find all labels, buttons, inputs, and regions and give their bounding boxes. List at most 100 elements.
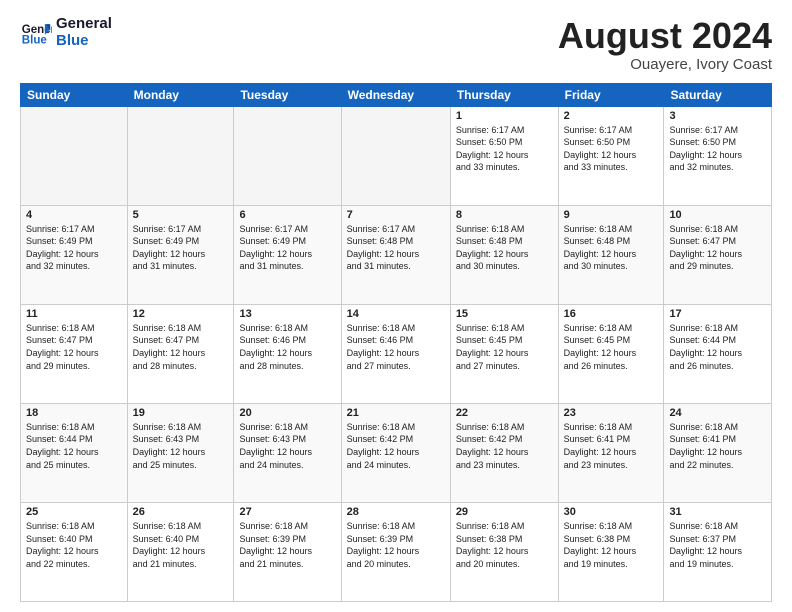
day-info: Sunrise: 6:18 AM Sunset: 6:44 PM Dayligh…: [26, 421, 122, 471]
day-number: 2: [564, 110, 659, 122]
day-number: 25: [26, 506, 122, 518]
calendar-cell-w0d4: 1 Sunrise: 6:17 AM Sunset: 6:50 PM Daylig…: [450, 106, 558, 205]
day-info: Sunrise: 6:18 AM Sunset: 6:40 PM Dayligh…: [133, 520, 229, 570]
svg-text:Blue: Blue: [22, 34, 48, 46]
day-number: 24: [669, 407, 766, 419]
day-number: 1: [456, 110, 553, 122]
day-number: 28: [347, 506, 445, 518]
day-info: Sunrise: 6:17 AM Sunset: 6:50 PM Dayligh…: [456, 124, 553, 174]
day-info: Sunrise: 6:18 AM Sunset: 6:48 PM Dayligh…: [456, 223, 553, 273]
calendar-cell-w4d0: 25 Sunrise: 6:18 AM Sunset: 6:40 PM Dayli…: [21, 502, 128, 601]
day-info: Sunrise: 6:18 AM Sunset: 6:38 PM Dayligh…: [456, 520, 553, 570]
calendar-cell-w1d6: 10Sunrise: 6:18 AM Sunset: 6:47 PM Dayli…: [664, 205, 772, 304]
logo: General Blue General Blue: [20, 16, 112, 49]
day-info: Sunrise: 6:18 AM Sunset: 6:37 PM Dayligh…: [669, 520, 766, 570]
day-number: 17: [669, 308, 766, 320]
calendar-cell-w1d3: 7 Sunrise: 6:17 AM Sunset: 6:48 PM Daylig…: [341, 205, 450, 304]
day-number: 22: [456, 407, 553, 419]
location: Ouayere, Ivory Coast: [558, 56, 772, 73]
calendar-cell-w3d2: 20 Sunrise: 6:18 AM Sunset: 6:43 PM Dayli…: [234, 403, 341, 502]
calendar-week-1: 4 Sunrise: 6:17 AM Sunset: 6:49 PM Daylig…: [21, 205, 772, 304]
calendar-week-2: 11 Sunrise: 6:18 AM Sunset: 6:47 PM Dayli…: [21, 304, 772, 403]
day-info: Sunrise: 6:18 AM Sunset: 6:43 PM Dayligh…: [133, 421, 229, 471]
calendar-cell-w0d1: [127, 106, 234, 205]
day-info: Sunrise: 6:18 AM Sunset: 6:41 PM Dayligh…: [669, 421, 766, 471]
day-number: 9: [564, 209, 659, 221]
day-number: 7: [347, 209, 445, 221]
calendar-cell-w4d3: 28 Sunrise: 6:18 AM Sunset: 6:39 PM Dayli…: [341, 502, 450, 601]
calendar-cell-w1d1: 5Sunrise: 6:17 AM Sunset: 6:49 PM Daylig…: [127, 205, 234, 304]
calendar-cell-w3d1: 19 Sunrise: 6:18 AM Sunset: 6:43 PM Dayli…: [127, 403, 234, 502]
day-info: Sunrise: 6:18 AM Sunset: 6:42 PM Dayligh…: [456, 421, 553, 471]
day-info: Sunrise: 6:18 AM Sunset: 6:42 PM Dayligh…: [347, 421, 445, 471]
day-number: 6: [239, 209, 335, 221]
day-number: 21: [347, 407, 445, 419]
day-number: 30: [564, 506, 659, 518]
day-number: 11: [26, 308, 122, 320]
day-info: Sunrise: 6:18 AM Sunset: 6:41 PM Dayligh…: [564, 421, 659, 471]
calendar-cell-w0d3: [341, 106, 450, 205]
day-number: 10: [669, 209, 766, 221]
calendar-cell-w2d6: 17 Sunrise: 6:18 AM Sunset: 6:44 PM Dayli…: [664, 304, 772, 403]
day-number: 31: [669, 506, 766, 518]
calendar-week-4: 25 Sunrise: 6:18 AM Sunset: 6:40 PM Dayli…: [21, 502, 772, 601]
day-number: 27: [239, 506, 335, 518]
col-header-sunday: Sunday: [21, 83, 128, 106]
day-number: 15: [456, 308, 553, 320]
day-info: Sunrise: 6:17 AM Sunset: 6:49 PM Dayligh…: [239, 223, 335, 273]
day-info: Sunrise: 6:18 AM Sunset: 6:40 PM Dayligh…: [26, 520, 122, 570]
title-block: August 2024 Ouayere, Ivory Coast: [558, 16, 772, 73]
day-number: 5: [133, 209, 229, 221]
calendar-cell-w3d3: 21 Sunrise: 6:18 AM Sunset: 6:42 PM Dayli…: [341, 403, 450, 502]
day-info: Sunrise: 6:17 AM Sunset: 6:50 PM Dayligh…: [669, 124, 766, 174]
day-info: Sunrise: 6:18 AM Sunset: 6:47 PM Dayligh…: [26, 322, 122, 372]
calendar-cell-w4d6: 31 Sunrise: 6:18 AM Sunset: 6:37 PM Dayli…: [664, 502, 772, 601]
day-info: Sunrise: 6:17 AM Sunset: 6:50 PM Dayligh…: [564, 124, 659, 174]
calendar-cell-w0d5: 2 Sunrise: 6:17 AM Sunset: 6:50 PM Daylig…: [558, 106, 664, 205]
header: General Blue General Blue August 2024 Ou…: [20, 16, 772, 73]
page: General Blue General Blue August 2024 Ou…: [0, 0, 792, 612]
day-number: 14: [347, 308, 445, 320]
day-number: 26: [133, 506, 229, 518]
calendar-week-0: 1 Sunrise: 6:17 AM Sunset: 6:50 PM Daylig…: [21, 106, 772, 205]
day-info: Sunrise: 6:18 AM Sunset: 6:46 PM Dayligh…: [239, 322, 335, 372]
calendar-cell-w1d0: 4 Sunrise: 6:17 AM Sunset: 6:49 PM Daylig…: [21, 205, 128, 304]
calendar-cell-w3d4: 22 Sunrise: 6:18 AM Sunset: 6:42 PM Dayli…: [450, 403, 558, 502]
day-info: Sunrise: 6:18 AM Sunset: 6:38 PM Dayligh…: [564, 520, 659, 570]
calendar-cell-w2d0: 11 Sunrise: 6:18 AM Sunset: 6:47 PM Dayli…: [21, 304, 128, 403]
day-info: Sunrise: 6:18 AM Sunset: 6:46 PM Dayligh…: [347, 322, 445, 372]
day-info: Sunrise: 6:18 AM Sunset: 6:45 PM Dayligh…: [456, 322, 553, 372]
calendar-cell-w1d5: 9 Sunrise: 6:18 AM Sunset: 6:48 PM Daylig…: [558, 205, 664, 304]
day-info: Sunrise: 6:18 AM Sunset: 6:44 PM Dayligh…: [669, 322, 766, 372]
day-number: 13: [239, 308, 335, 320]
day-number: 16: [564, 308, 659, 320]
calendar-header-row: SundayMondayTuesdayWednesdayThursdayFrid…: [21, 83, 772, 106]
day-number: 19: [133, 407, 229, 419]
day-info: Sunrise: 6:18 AM Sunset: 6:45 PM Dayligh…: [564, 322, 659, 372]
logo-blue: Blue: [56, 33, 112, 50]
calendar-cell-w2d2: 13 Sunrise: 6:18 AM Sunset: 6:46 PM Dayli…: [234, 304, 341, 403]
calendar-cell-w0d0: [21, 106, 128, 205]
day-info: Sunrise: 6:18 AM Sunset: 6:39 PM Dayligh…: [347, 520, 445, 570]
calendar-cell-w2d5: 16 Sunrise: 6:18 AM Sunset: 6:45 PM Dayli…: [558, 304, 664, 403]
calendar-cell-w2d3: 14 Sunrise: 6:18 AM Sunset: 6:46 PM Dayli…: [341, 304, 450, 403]
day-number: 29: [456, 506, 553, 518]
calendar-cell-w1d4: 8 Sunrise: 6:18 AM Sunset: 6:48 PM Daylig…: [450, 205, 558, 304]
day-number: 4: [26, 209, 122, 221]
calendar-cell-w0d6: 3Sunrise: 6:17 AM Sunset: 6:50 PM Daylig…: [664, 106, 772, 205]
day-number: 20: [239, 407, 335, 419]
calendar-cell-w0d2: [234, 106, 341, 205]
col-header-wednesday: Wednesday: [341, 83, 450, 106]
col-header-tuesday: Tuesday: [234, 83, 341, 106]
day-number: 8: [456, 209, 553, 221]
day-info: Sunrise: 6:17 AM Sunset: 6:48 PM Dayligh…: [347, 223, 445, 273]
day-info: Sunrise: 6:18 AM Sunset: 6:48 PM Dayligh…: [564, 223, 659, 273]
calendar-cell-w4d4: 29 Sunrise: 6:18 AM Sunset: 6:38 PM Dayli…: [450, 502, 558, 601]
calendar-cell-w3d6: 24 Sunrise: 6:18 AM Sunset: 6:41 PM Dayli…: [664, 403, 772, 502]
calendar-cell-w2d1: 12Sunrise: 6:18 AM Sunset: 6:47 PM Dayli…: [127, 304, 234, 403]
col-header-saturday: Saturday: [664, 83, 772, 106]
col-header-friday: Friday: [558, 83, 664, 106]
calendar-week-3: 18Sunrise: 6:18 AM Sunset: 6:44 PM Dayli…: [21, 403, 772, 502]
day-info: Sunrise: 6:18 AM Sunset: 6:43 PM Dayligh…: [239, 421, 335, 471]
day-info: Sunrise: 6:17 AM Sunset: 6:49 PM Dayligh…: [26, 223, 122, 273]
